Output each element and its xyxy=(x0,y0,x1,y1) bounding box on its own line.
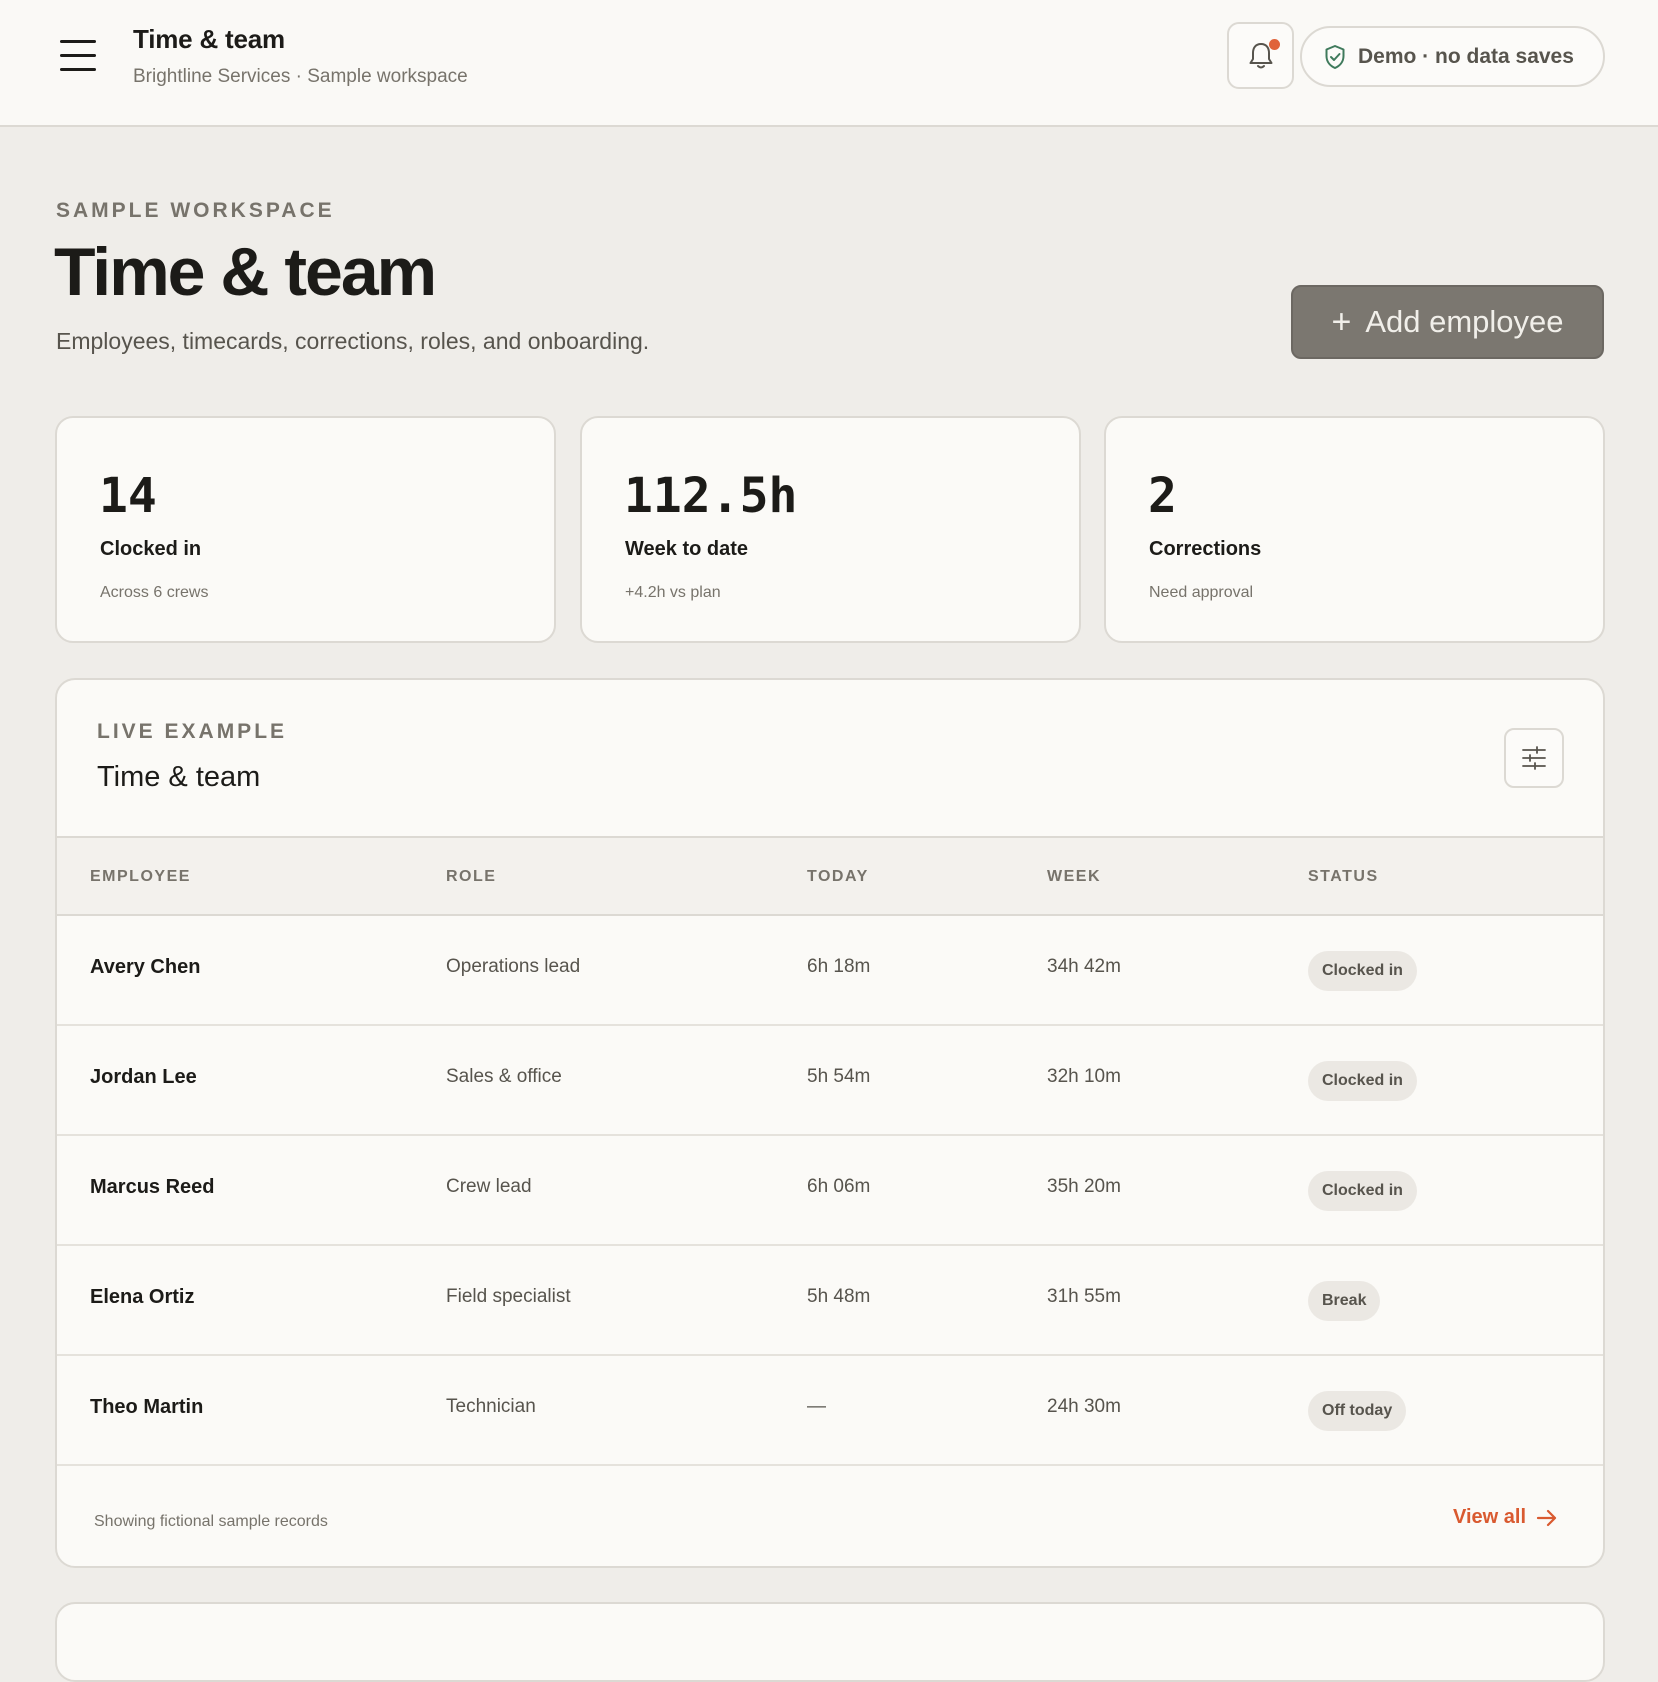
employee-role: Operations lead xyxy=(446,956,581,977)
hours-week: 34h 42m xyxy=(1047,956,1121,977)
hamburger-icon[interactable] xyxy=(58,38,98,74)
employee-name: Marcus Reed xyxy=(90,1176,215,1198)
column-header-status[interactable]: STATUS xyxy=(1308,868,1379,886)
employee-name: Elena Ortiz xyxy=(90,1286,195,1308)
stat-label: Week to date xyxy=(625,538,748,560)
view-all-label: View all xyxy=(1453,1506,1527,1528)
employee-role: Field specialist xyxy=(446,1286,571,1307)
stat-label: Corrections xyxy=(1149,538,1262,560)
table-header: EMPLOYEE ROLE TODAY WEEK STATUS xyxy=(57,836,1603,916)
table-eyebrow: LIVE EXAMPLE xyxy=(97,720,288,743)
status-badge: Clocked in xyxy=(1308,1171,1417,1211)
table-row[interactable]: Jordan Lee Sales & office 5h 54m 32h 10m… xyxy=(57,1026,1603,1136)
employee-role: Crew lead xyxy=(446,1176,532,1197)
app-subtitle: Brightline Services · Sample workspace xyxy=(133,66,468,87)
app-title: Time & team xyxy=(133,24,285,54)
stat-value: 112.5h xyxy=(624,468,798,524)
filter-button[interactable] xyxy=(1504,728,1564,788)
employee-name: Jordan Lee xyxy=(90,1066,197,1088)
top-bar: Time & team Brightline Services · Sample… xyxy=(0,0,1658,127)
stat-card-corrections: 2 Corrections Need approval xyxy=(1104,416,1605,643)
table-row[interactable]: Elena Ortiz Field specialist 5h 48m 31h … xyxy=(57,1246,1603,1356)
stat-subtext: Need approval xyxy=(1149,584,1254,601)
notifications-button[interactable] xyxy=(1227,22,1294,89)
shield-check-icon xyxy=(1325,44,1345,69)
hours-today: 6h 06m xyxy=(807,1176,871,1197)
hours-today: 5h 54m xyxy=(807,1066,871,1087)
sliders-icon xyxy=(1522,746,1546,770)
hours-week: 31h 55m xyxy=(1047,1286,1121,1307)
stat-card-clocked-in: 14 Clocked in Across 6 crews xyxy=(55,416,556,643)
notification-dot xyxy=(1269,39,1280,50)
hours-week: 24h 30m xyxy=(1047,1396,1121,1417)
column-header-role[interactable]: ROLE xyxy=(446,868,496,886)
table-row[interactable]: Theo Martin Technician — 24h 30m Off tod… xyxy=(57,1356,1603,1466)
employee-name: Avery Chen xyxy=(90,956,201,978)
stat-card-week-to-date: 112.5h Week to date +4.2h vs plan xyxy=(580,416,1081,643)
stat-value: 14 xyxy=(99,468,157,524)
column-header-week[interactable]: WEEK xyxy=(1047,868,1101,886)
stat-label: Clocked in xyxy=(100,538,202,560)
arrow-right-icon xyxy=(1536,1509,1557,1526)
stat-subtext: +4.2h vs plan xyxy=(625,584,721,601)
stat-subtext: Across 6 crews xyxy=(100,584,209,601)
add-employee-label: Add employee xyxy=(1365,304,1564,339)
status-badge: Clocked in xyxy=(1308,951,1417,991)
demo-mode-badge[interactable]: Demo · no data saves xyxy=(1300,26,1605,87)
status-badge: Break xyxy=(1308,1281,1381,1321)
hours-week: 35h 20m xyxy=(1047,1176,1121,1197)
employee-name: Theo Martin xyxy=(90,1396,204,1418)
column-header-today[interactable]: TODAY xyxy=(807,868,869,886)
employee-role: Sales & office xyxy=(446,1066,562,1087)
hours-week: 32h 10m xyxy=(1047,1066,1121,1087)
stat-value: 2 xyxy=(1148,468,1177,524)
table-footer-note: Showing fictional sample records xyxy=(94,1513,328,1530)
hours-today: — xyxy=(807,1396,826,1417)
column-header-employee[interactable]: EMPLOYEE xyxy=(90,868,191,886)
plus-icon: + xyxy=(1331,302,1352,341)
view-all-link[interactable]: View all xyxy=(1453,1506,1558,1529)
employee-role: Technician xyxy=(446,1396,536,1417)
table-row[interactable]: Marcus Reed Crew lead 6h 06m 35h 20m Clo… xyxy=(57,1136,1603,1246)
hours-today: 5h 48m xyxy=(807,1286,871,1307)
table-title: Time & team xyxy=(97,761,261,793)
employee-table-card: LIVE EXAMPLE Time & team EMPLOYEE ROLE T… xyxy=(55,678,1605,1568)
status-badge: Off today xyxy=(1308,1391,1407,1431)
demo-mode-label: Demo · no data saves xyxy=(1358,44,1574,68)
page-title: Time & team xyxy=(54,234,437,310)
page-eyebrow: SAMPLE WORKSPACE xyxy=(56,199,335,222)
table-row[interactable]: Avery Chen Operations lead 6h 18m 34h 42… xyxy=(57,916,1603,1026)
hours-today: 6h 18m xyxy=(807,956,871,977)
add-employee-button[interactable]: + Add employee xyxy=(1291,285,1604,359)
status-badge: Clocked in xyxy=(1308,1061,1417,1101)
page-description: Employees, timecards, corrections, roles… xyxy=(56,328,650,354)
next-section-card xyxy=(55,1602,1605,1682)
